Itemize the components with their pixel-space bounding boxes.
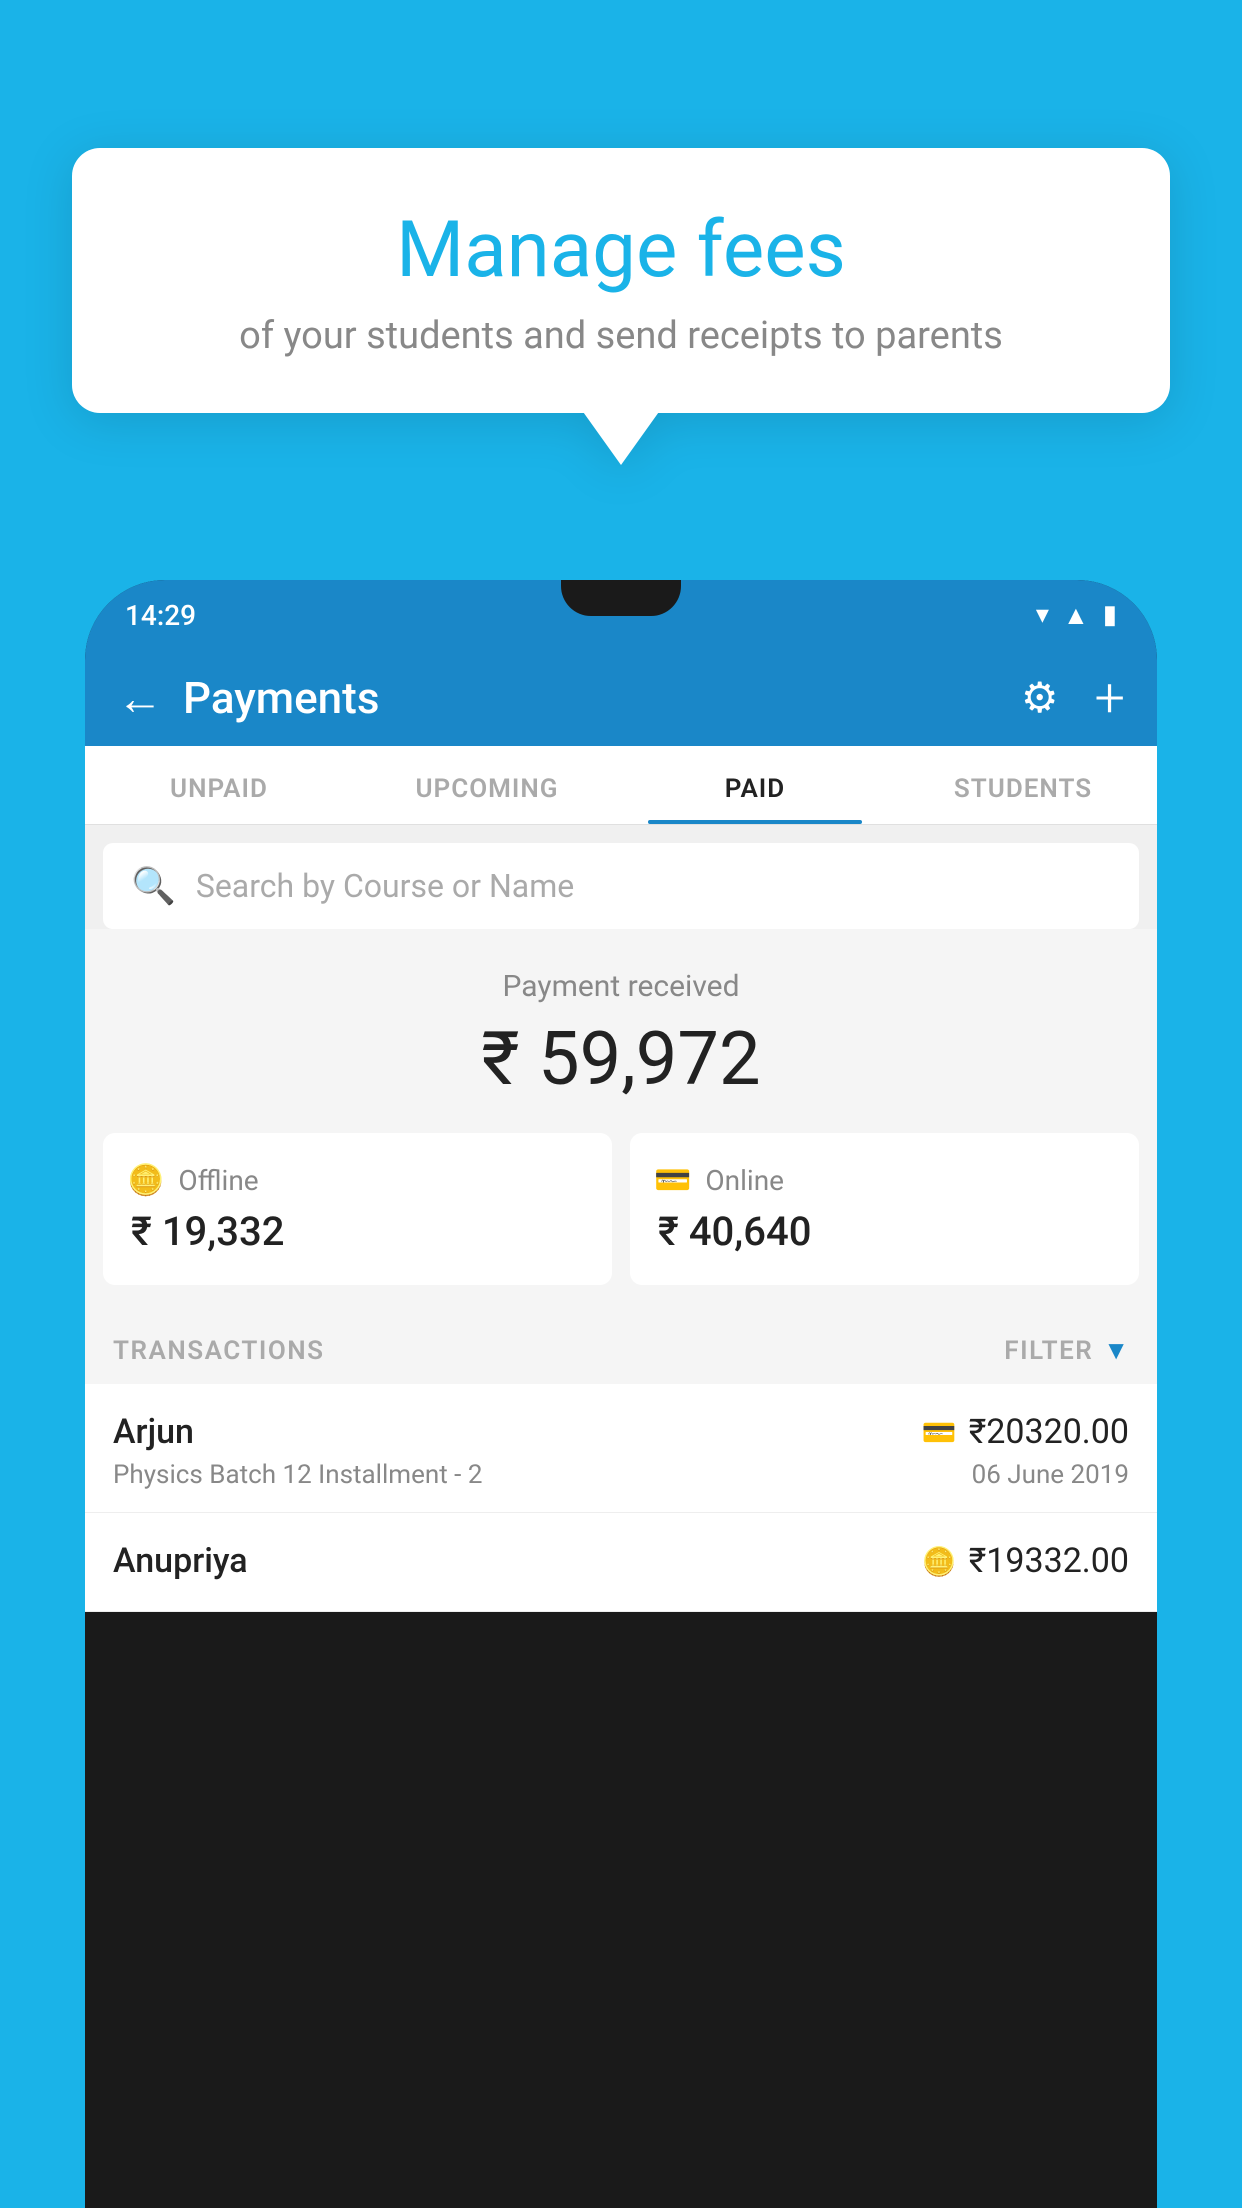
offline-icon: 🪙 [127, 1163, 164, 1198]
transaction-list: Arjun 💳 ₹20320.00 Physics Batch 12 Insta… [85, 1384, 1157, 1612]
back-button[interactable]: ← [117, 671, 163, 726]
settings-icon[interactable]: ⚙ [1021, 673, 1059, 723]
phone-frame: 14:29 ▾ ▲ ▮ ← Payments ⚙ + UNPAID UPCOMI… [85, 580, 1157, 2208]
wifi-icon: ▾ [1036, 600, 1049, 630]
transaction-amount-row: 🪙 ₹19332.00 [922, 1541, 1129, 1581]
online-card: 💳 Online ₹ 40,640 [630, 1133, 1139, 1285]
battery-icon: ▮ [1103, 600, 1117, 630]
speech-bubble: Manage fees of your students and send re… [72, 148, 1170, 413]
search-bar[interactable]: 🔍 Search by Course or Name [103, 843, 1139, 929]
tabs-bar: UNPAID UPCOMING PAID STUDENTS [85, 746, 1157, 825]
transaction-date: 06 June 2019 [972, 1460, 1129, 1490]
status-icons: ▾ ▲ ▮ [1036, 600, 1117, 631]
offline-label-row: 🪙 Offline [127, 1163, 588, 1198]
transaction-amount: ₹19332.00 [969, 1541, 1129, 1581]
transaction-name: Anupriya [113, 1541, 248, 1581]
offline-label: Offline [178, 1164, 258, 1197]
tab-students[interactable]: STUDENTS [889, 746, 1157, 824]
search-icon: 🔍 [131, 865, 176, 907]
online-label: Online [705, 1164, 784, 1197]
transaction-row-top: Arjun 💳 ₹20320.00 [113, 1412, 1129, 1452]
transactions-label: TRANSACTIONS [113, 1336, 325, 1366]
transaction-name: Arjun [113, 1412, 194, 1452]
tab-unpaid[interactable]: UNPAID [85, 746, 353, 824]
transaction-row-bottom: Physics Batch 12 Installment - 2 06 June… [113, 1460, 1129, 1490]
payment-summary: Payment received ₹ 59,972 [85, 929, 1157, 1133]
screen-content: 🔍 Search by Course or Name Payment recei… [85, 825, 1157, 1612]
signal-icon: ▲ [1063, 600, 1089, 631]
filter-label: FILTER [1004, 1336, 1093, 1366]
bubble-subtitle: of your students and send receipts to pa… [122, 314, 1120, 358]
online-amount: ₹ 40,640 [654, 1208, 1115, 1255]
payment-cards: 🪙 Offline ₹ 19,332 💳 Online ₹ 40,640 [85, 1133, 1157, 1309]
payment-received-label: Payment received [105, 969, 1137, 1004]
card-payment-icon: 💳 [922, 1416, 957, 1449]
add-button[interactable]: + [1094, 667, 1125, 730]
offline-card: 🪙 Offline ₹ 19,332 [103, 1133, 612, 1285]
search-input[interactable]: Search by Course or Name [196, 867, 574, 905]
payment-total-amount: ₹ 59,972 [105, 1016, 1137, 1103]
online-icon: 💳 [654, 1163, 691, 1198]
transaction-course: Physics Batch 12 Installment - 2 [113, 1460, 482, 1490]
status-time: 14:29 [125, 599, 196, 632]
app-header: ← Payments ⚙ + [85, 650, 1157, 746]
filter-row[interactable]: FILTER ▼ [1004, 1335, 1129, 1366]
header-title: Payments [183, 672, 1001, 724]
online-label-row: 💳 Online [654, 1163, 1115, 1198]
offline-amount: ₹ 19,332 [127, 1208, 588, 1255]
phone-notch [561, 580, 681, 616]
transactions-header: TRANSACTIONS FILTER ▼ [85, 1309, 1157, 1384]
transaction-amount-row: 💳 ₹20320.00 [922, 1412, 1129, 1452]
transaction-row-top: Anupriya 🪙 ₹19332.00 [113, 1541, 1129, 1581]
tab-paid[interactable]: PAID [621, 746, 889, 824]
status-bar: 14:29 ▾ ▲ ▮ [85, 580, 1157, 650]
table-row[interactable]: Arjun 💳 ₹20320.00 Physics Batch 12 Insta… [85, 1384, 1157, 1513]
tab-upcoming[interactable]: UPCOMING [353, 746, 621, 824]
bubble-title: Manage fees [122, 208, 1120, 294]
table-row[interactable]: Anupriya 🪙 ₹19332.00 [85, 1513, 1157, 1612]
offline-payment-icon: 🪙 [922, 1545, 957, 1578]
transaction-amount: ₹20320.00 [969, 1412, 1129, 1452]
filter-icon[interactable]: ▼ [1103, 1335, 1129, 1366]
